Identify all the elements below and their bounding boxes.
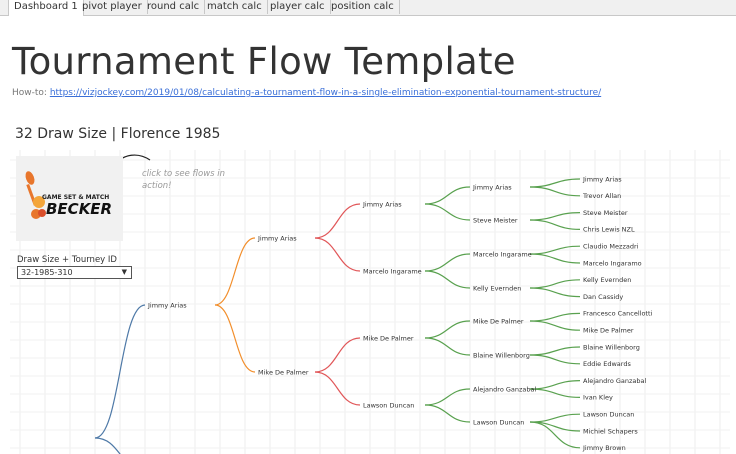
player-label-r6[interactable]: Kelly Evernden — [583, 276, 631, 284]
player-label-r6[interactable]: Steve Meister — [583, 209, 628, 217]
flow-link-r5 — [424, 203, 471, 221]
becker-logo[interactable]: GAME SET & MATCH BECKER — [16, 156, 123, 241]
player-label-r6[interactable]: Trevor Allan — [582, 192, 621, 200]
flow-link-r6 — [529, 178, 581, 188]
flow-link-r6 — [529, 279, 581, 289]
flow-link-r4 — [314, 371, 361, 406]
player-label-r5[interactable]: Jimmy Arias — [472, 183, 512, 191]
player-label-r4[interactable]: Jimmy Arias — [362, 200, 402, 208]
flow-link-r5 — [424, 320, 471, 339]
tourney-select[interactable]: 32-1985-310 ▼ — [17, 266, 132, 279]
logo-text-main: BECKER — [46, 200, 112, 218]
filter-label: Draw Size + Tourney ID — [17, 255, 117, 265]
player-label-r5[interactable]: Alejandro Ganzabal — [473, 385, 537, 393]
player-label-r2[interactable]: Jimmy Arias — [147, 301, 187, 309]
player-label-r6[interactable]: Marcelo Ingaramo — [583, 259, 642, 267]
player-label-r6[interactable]: Dan Cassidy — [583, 293, 623, 301]
flow-link-r3 — [214, 237, 256, 306]
player-label-r6[interactable]: Alejandro Ganzabal — [583, 377, 647, 385]
flow-link-r6 — [529, 354, 581, 365]
player-label-r5[interactable]: Lawson Duncan — [473, 418, 524, 426]
tourney-select-value: 32-1985-310 — [21, 268, 73, 277]
flow-link-r4 — [314, 237, 361, 272]
flow-link-r3 — [214, 304, 256, 373]
player-label-r5[interactable]: Mike De Palmer — [473, 317, 524, 325]
flow-link-r6 — [529, 388, 581, 398]
player-label-r6[interactable]: Michiel Schapers — [583, 427, 638, 435]
player-label-r6[interactable]: Jimmy Arias — [582, 175, 622, 183]
flow-link-r6 — [529, 253, 581, 264]
player-label-r6[interactable]: Eddie Edwards — [583, 360, 631, 368]
flow-link-r6 — [529, 346, 581, 356]
player-label-r4[interactable]: Lawson Duncan — [363, 401, 414, 409]
player-label-r5[interactable]: Steve Meister — [473, 216, 518, 224]
player-label-r4[interactable]: Marcelo Ingarame — [363, 267, 422, 275]
flow-link-r6 — [529, 287, 581, 298]
player-label-r5[interactable]: Marcelo Ingarame — [473, 250, 532, 258]
flow-link-r5 — [424, 404, 471, 423]
flow-link-r5 — [424, 388, 471, 406]
flow-link-r4 — [314, 337, 361, 373]
flow-link-r5 — [424, 337, 471, 356]
player-label-r3[interactable]: Mike De Palmer — [258, 368, 309, 376]
player-label-r6[interactable]: Chris Lewis NZL — [583, 226, 635, 234]
flow-link-r5 — [424, 270, 471, 289]
player-label-r6[interactable]: Jimmy Brown — [582, 444, 626, 452]
player-label-r6[interactable]: Ivan Kley — [583, 394, 613, 402]
flow-link-r6 — [529, 186, 581, 197]
player-label-r6[interactable]: Blaine Willenborg — [583, 343, 640, 351]
player-label-r6[interactable]: Claudio Mezzadri — [583, 243, 639, 251]
chevron-down-icon: ▼ — [121, 268, 127, 276]
player-label-r5[interactable]: Kelly Evernden — [473, 284, 521, 292]
flow-link-r6 — [529, 413, 581, 423]
player-label-r6[interactable]: Mike De Palmer — [583, 327, 634, 335]
player-label-r3[interactable]: Jimmy Arias — [257, 234, 297, 242]
player-label-r4[interactable]: Mike De Palmer — [363, 334, 414, 342]
flow-link-r4 — [314, 203, 361, 239]
player-label-r5[interactable]: Blaine Willenborg — [473, 351, 530, 359]
player-label-r6[interactable]: Francesco Cancellotti — [583, 310, 653, 318]
click-hint: click to see flows in action! — [142, 169, 226, 191]
flow-link-r6 — [529, 312, 581, 322]
flow-link-r6 — [529, 219, 581, 230]
player-label-r6[interactable]: Lawson Duncan — [583, 411, 634, 419]
flow-link-r6 — [529, 380, 581, 390]
logo-graphic: GAME SET & MATCH BECKER — [25, 171, 112, 219]
